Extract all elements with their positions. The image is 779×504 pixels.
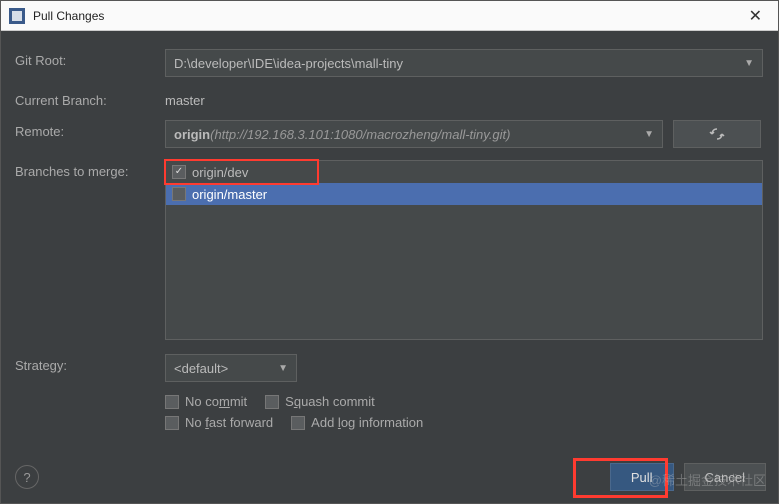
chevron-down-icon: ▼ bbox=[644, 129, 654, 140]
strategy-dropdown[interactable]: <default> ▼ bbox=[165, 354, 297, 382]
current-branch-value: master bbox=[165, 89, 766, 108]
branch-checkbox[interactable] bbox=[172, 165, 186, 179]
branch-item[interactable]: origin/dev bbox=[166, 161, 762, 183]
branch-item[interactable]: origin/master bbox=[166, 183, 762, 205]
help-button[interactable]: ? bbox=[15, 465, 39, 489]
refresh-icon bbox=[709, 126, 725, 142]
chevron-down-icon: ▼ bbox=[278, 363, 288, 374]
close-icon[interactable]: ✕ bbox=[741, 6, 770, 26]
checkbox-icon bbox=[165, 395, 179, 409]
strategy-label: Strategy: bbox=[15, 354, 165, 373]
remote-url: (http://192.168.3.101:1080/macrozheng/ma… bbox=[210, 127, 510, 142]
remote-dropdown[interactable]: origin (http://192.168.3.101:1080/macroz… bbox=[165, 120, 663, 148]
checkbox-label: No fast forward bbox=[185, 415, 273, 430]
checkbox-label: No commit bbox=[185, 394, 247, 409]
branch-name: origin/dev bbox=[192, 165, 248, 180]
branches-list: origin/dev origin/master bbox=[165, 160, 763, 340]
current-branch-label: Current Branch: bbox=[15, 89, 165, 108]
cancel-button[interactable]: Cancel bbox=[684, 463, 766, 491]
checkbox-icon bbox=[265, 395, 279, 409]
git-root-dropdown[interactable]: D:\developer\IDE\idea-projects\mall-tiny… bbox=[165, 49, 763, 77]
titlebar: Pull Changes ✕ bbox=[1, 1, 778, 31]
chevron-down-icon: ▼ bbox=[744, 58, 754, 69]
git-root-label: Git Root: bbox=[15, 49, 165, 68]
refresh-button[interactable] bbox=[673, 120, 761, 148]
checkbox-icon bbox=[165, 416, 179, 430]
branch-name: origin/master bbox=[192, 187, 267, 202]
pull-button[interactable]: Pull bbox=[610, 463, 674, 491]
squash-checkbox[interactable]: Squash commit bbox=[265, 394, 375, 409]
add-log-checkbox[interactable]: Add log information bbox=[291, 415, 423, 430]
no-fast-forward-checkbox[interactable]: No fast forward bbox=[165, 415, 273, 430]
branches-label: Branches to merge: bbox=[15, 160, 165, 179]
checkbox-icon bbox=[291, 416, 305, 430]
remote-name: origin bbox=[174, 127, 210, 142]
strategy-value: <default> bbox=[174, 361, 228, 376]
remote-label: Remote: bbox=[15, 120, 165, 139]
git-root-value: D:\developer\IDE\idea-projects\mall-tiny bbox=[174, 56, 403, 71]
window-title: Pull Changes bbox=[33, 9, 741, 23]
checkbox-label: Add log information bbox=[311, 415, 423, 430]
checkbox-label: Squash commit bbox=[285, 394, 375, 409]
no-commit-checkbox[interactable]: No commit bbox=[165, 394, 247, 409]
app-icon bbox=[9, 8, 25, 24]
branch-checkbox[interactable] bbox=[172, 187, 186, 201]
